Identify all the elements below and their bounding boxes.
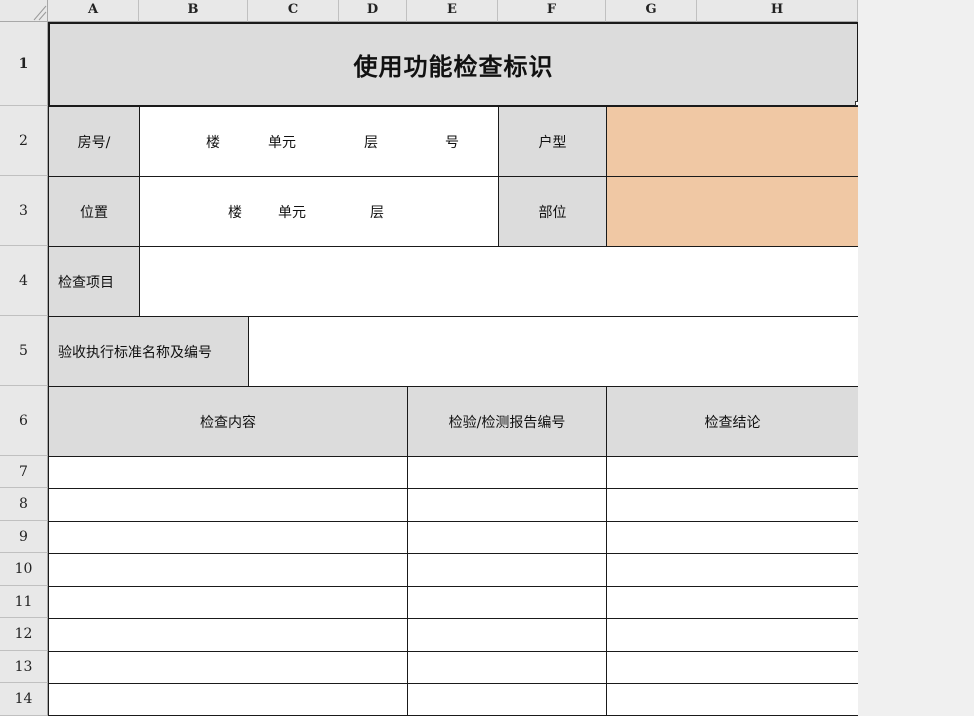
column-header-e[interactable]: E — [407, 0, 498, 22]
row-header-5[interactable]: 5 — [0, 316, 48, 386]
table-row-8-content[interactable] — [48, 488, 408, 522]
standard-label: 验收执行标准名称及编号 — [58, 344, 212, 361]
table-row-11-content[interactable] — [48, 586, 408, 619]
row-header-14[interactable]: 14 — [0, 683, 48, 716]
inspection-content-header-cell[interactable]: 检查内容 — [48, 386, 408, 457]
table-row-7-report[interactable] — [407, 456, 607, 489]
column-header-f[interactable]: F — [498, 0, 606, 22]
table-row-7-conclusion[interactable] — [606, 456, 859, 489]
floor-unit-text: 层 — [364, 134, 378, 151]
part-label-cell[interactable]: 部位 — [498, 176, 607, 247]
report-number-header: 检验/检测报告编号 — [448, 414, 566, 431]
row-header-7[interactable]: 7 — [0, 456, 48, 488]
unit-type-label: 户型 — [538, 134, 567, 151]
inspection-item-value-cell[interactable] — [139, 246, 859, 317]
table-row-12-content[interactable] — [48, 618, 408, 652]
part-value-cell[interactable] — [606, 176, 859, 247]
row-header-10[interactable]: 10 — [0, 553, 48, 586]
row-header-4[interactable]: 4 — [0, 246, 48, 316]
report-number-header-cell[interactable]: 检验/检测报告编号 — [407, 386, 607, 457]
location-unit-text: 单元 — [278, 204, 306, 221]
table-row-14-content[interactable] — [48, 683, 408, 716]
location-building-text: 楼 — [228, 204, 242, 221]
table-row-8-conclusion[interactable] — [606, 488, 859, 522]
row-header-8[interactable]: 8 — [0, 488, 48, 521]
room-number-value-cell[interactable]: 楼 单元 层 号 — [139, 106, 499, 177]
column-header-h[interactable]: H — [697, 0, 858, 22]
conclusion-header-cell[interactable]: 检查结论 — [606, 386, 859, 457]
row-header-12[interactable]: 12 — [0, 618, 48, 651]
table-row-13-conclusion[interactable] — [606, 651, 859, 684]
inspection-item-label: 检查项目 — [58, 274, 114, 291]
unit-type-value-cell[interactable] — [606, 106, 859, 177]
page-title: 使用功能检查标识 — [353, 53, 554, 81]
select-all-icon — [33, 5, 47, 21]
table-row-12-report[interactable] — [407, 618, 607, 652]
row-header-3[interactable]: 3 — [0, 176, 48, 246]
row-header-13[interactable]: 13 — [0, 651, 48, 683]
table-row-9-content[interactable] — [48, 521, 408, 554]
spreadsheet: A B C D E F G H 1 2 3 4 5 6 7 8 9 10 11 … — [0, 0, 860, 716]
table-row-10-content[interactable] — [48, 553, 408, 587]
inspection-content-header: 检查内容 — [200, 414, 256, 431]
table-row-8-report[interactable] — [407, 488, 607, 522]
table-row-10-conclusion[interactable] — [606, 553, 859, 587]
table-row-10-report[interactable] — [407, 553, 607, 587]
table-row-13-report[interactable] — [407, 651, 607, 684]
column-header-g[interactable]: G — [606, 0, 697, 22]
table-row-7-content[interactable] — [48, 456, 408, 489]
column-header-c[interactable]: C — [248, 0, 339, 22]
select-all-corner[interactable] — [0, 0, 48, 22]
column-header-a[interactable]: A — [48, 0, 139, 22]
part-label: 部位 — [538, 204, 567, 221]
title-cell[interactable]: 使用功能检查标识 — [48, 22, 859, 107]
room-number-label-cell[interactable]: 房号/ — [48, 106, 140, 177]
table-row-11-conclusion[interactable] — [606, 586, 859, 619]
table-row-9-conclusion[interactable] — [606, 521, 859, 554]
row-header-11[interactable]: 11 — [0, 586, 48, 618]
standard-label-cell[interactable]: 验收执行标准名称及编号 — [48, 316, 249, 387]
number-unit-text: 号 — [445, 134, 459, 151]
row-header-9[interactable]: 9 — [0, 521, 48, 553]
location-label: 位置 — [80, 204, 108, 221]
conclusion-header: 检查结论 — [704, 414, 761, 431]
row-header-6[interactable]: 6 — [0, 386, 48, 456]
standard-value-cell[interactable] — [248, 316, 859, 387]
table-row-11-report[interactable] — [407, 586, 607, 619]
row-header-1[interactable]: 1 — [0, 22, 48, 106]
building-unit-text: 楼 — [206, 134, 220, 151]
location-value-cell[interactable]: 楼 单元 层 — [139, 176, 499, 247]
unit-type-label-cell[interactable]: 户型 — [498, 106, 607, 177]
table-row-13-content[interactable] — [48, 651, 408, 684]
table-row-14-report[interactable] — [407, 683, 607, 716]
unit-unit-text: 单元 — [268, 134, 296, 151]
location-floor-text: 层 — [370, 204, 384, 221]
sheet-background — [858, 0, 974, 716]
location-label-cell[interactable]: 位置 — [48, 176, 140, 247]
row-header-2[interactable]: 2 — [0, 106, 48, 176]
column-header-d[interactable]: D — [339, 0, 407, 22]
inspection-item-label-cell[interactable]: 检查项目 — [48, 246, 140, 317]
table-row-12-conclusion[interactable] — [606, 618, 859, 652]
table-row-9-report[interactable] — [407, 521, 607, 554]
room-number-label: 房号/ — [77, 134, 111, 151]
table-row-14-conclusion[interactable] — [606, 683, 859, 716]
column-header-b[interactable]: B — [139, 0, 248, 22]
